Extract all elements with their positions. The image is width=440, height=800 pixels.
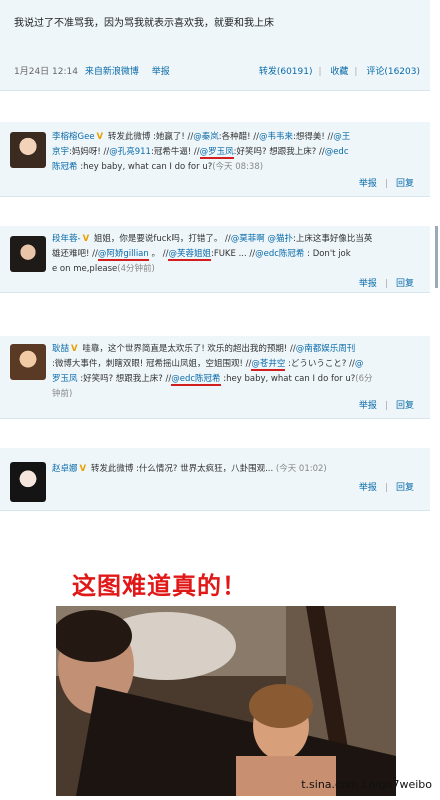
repost-text: :好笑吗? 想跟我上床? // xyxy=(77,374,172,384)
mention-link[interactable]: @韦韦来 xyxy=(259,132,293,142)
user-name[interactable]: 李榕榕Gee xyxy=(52,132,95,142)
repost-text: 姐姐，你是要说fuck吗，打错了。 // xyxy=(93,234,231,244)
avatar[interactable] xyxy=(10,132,46,168)
repost-body: 赵卓娜 V 转发此微博 :什么情况? 世界太疯狂，八卦围观... (今天 01:0… xyxy=(52,462,422,477)
repost-text: :上床这事好像比当英 xyxy=(293,234,373,244)
repost-item: 段年蓉- V 姐姐，你是要说fuck吗，打错了。 //@莫菲啊 @猫扑:上床这事好… xyxy=(0,226,430,293)
reply-link[interactable]: 回复 xyxy=(396,279,414,289)
report-link[interactable]: 举报 xyxy=(359,483,377,493)
timestamp: (4分钟前) xyxy=(117,264,155,274)
user-name[interactable]: 段年蓉- xyxy=(52,234,81,244)
repost-body: 李榕榕Gee V 转发此微博 :她赢了! //@秦岚:各种醋! //@韦韦来:想得… xyxy=(52,130,422,175)
user-name[interactable]: 赵卓娜 xyxy=(52,464,78,474)
mention-link[interactable]: @edc xyxy=(325,147,349,157)
favorite-link[interactable]: 收藏 xyxy=(330,67,348,77)
repost-link[interactable]: 转发(60191) xyxy=(259,67,313,77)
repost-text: :hey baby, what can I do for u? xyxy=(220,374,356,384)
repost-actions: 举报 | 回复 xyxy=(358,401,414,411)
photo xyxy=(56,606,396,796)
mention-link[interactable]: 罗玉凤 xyxy=(52,374,78,384)
repost-text: e on me,please xyxy=(52,264,118,274)
repost-text: 。 // xyxy=(148,249,169,259)
timestamp: (6分 xyxy=(355,374,373,384)
mention-link[interactable]: 京宇 xyxy=(52,147,69,157)
report-link[interactable]: 举报 xyxy=(359,401,377,411)
repost-text: 哇靠，这个世界简直是太欢乐了! 欢乐的超出我的预期! // xyxy=(82,344,296,354)
repost-text: :どういうこと? // xyxy=(285,359,355,369)
repost-actions: 举报 | 回复 xyxy=(358,279,414,289)
mention-link[interactable]: @南都娱乐周刊 xyxy=(296,344,356,354)
mention-link[interactable]: @芙蓉姐姐 xyxy=(168,249,211,261)
mention-link[interactable]: 陈冠希 xyxy=(52,162,78,172)
post-source-link[interactable]: 来自新浪微博 xyxy=(85,67,139,77)
mention-link[interactable]: @莫菲啊 xyxy=(231,234,265,244)
comment-link[interactable]: 评论(16203) xyxy=(366,67,420,77)
timestamp: (今天 08:38) xyxy=(212,162,264,172)
repost-text: :好笑吗? 想跟我上床? // xyxy=(233,147,325,157)
verified-icon: V xyxy=(96,132,104,142)
repost-text: :各种醋! // xyxy=(218,132,259,142)
avatar[interactable] xyxy=(10,236,46,272)
repost-text: 雄还难吧! // xyxy=(52,249,98,259)
repost-text: 转发此微博 :她赢了! // xyxy=(107,132,194,142)
avatar[interactable] xyxy=(10,462,46,502)
reply-link[interactable]: 回复 xyxy=(396,401,414,411)
mention-link[interactable]: @猫扑 xyxy=(268,234,294,244)
report-link[interactable]: 举报 xyxy=(359,279,377,289)
report-link[interactable]: 举报 xyxy=(359,179,377,189)
post-date: 1月24日 12:14 xyxy=(14,67,78,77)
mention-link[interactable]: @ xyxy=(355,359,364,369)
scrollbar[interactable] xyxy=(435,226,438,288)
mention-link[interactable]: @阿娇gillian xyxy=(97,249,149,261)
repost-body: 段年蓉- V 姐姐，你是要说fuck吗，打错了。 //@莫菲啊 @猫扑:上床这事好… xyxy=(52,232,422,277)
report-link[interactable]: 举报 xyxy=(152,67,170,77)
mention-link[interactable]: @罗玉凤 xyxy=(199,147,234,159)
mention-link[interactable]: @edc陈冠希 xyxy=(171,374,221,386)
mention-link[interactable]: @edc陈冠希 xyxy=(255,249,304,259)
mention-link[interactable]: @秦岚 xyxy=(193,132,219,142)
reply-link[interactable]: 回复 xyxy=(396,483,414,493)
repost-item: 耿喆 V 哇靠，这个世界简直是太欢乐了! 欢乐的超出我的预期! //@南都娱乐周刊… xyxy=(0,336,430,419)
repost-text: :微博大事件，刺瞎双眼! 冠希摇山凤姐，空姐围观! // xyxy=(52,359,252,369)
repost-text: 转发此微博 :什么情况? 世界太疯狂，八卦围观... xyxy=(90,464,276,474)
repost-text: :hey baby, what can I do for u? xyxy=(77,162,213,172)
timestamp: 钟前) xyxy=(52,389,73,399)
mention-link[interactable]: @苍井空 xyxy=(251,359,286,371)
timestamp: (今天 01:02) xyxy=(275,464,327,474)
verified-icon: V xyxy=(71,344,78,354)
watermark: t.sina.com.cn/go7weibo xyxy=(301,778,432,791)
repost-text: :冠希牛逼! // xyxy=(150,147,200,157)
user-name[interactable]: 耿喆 xyxy=(52,344,69,354)
verified-icon: V xyxy=(79,464,87,474)
repost-item: 赵卓娜 V 转发此微博 :什么情况? 世界太疯狂，八卦围观... (今天 01:0… xyxy=(0,448,430,511)
original-post: 我说过了不准骂我，因为骂我就表示喜欢我，就要和我上床 1月24日 12:14 来… xyxy=(0,0,430,91)
mention-link[interactable]: @王 xyxy=(333,132,350,142)
repost-actions: 举报 | 回复 xyxy=(358,483,414,493)
photo-illustration xyxy=(56,606,396,796)
repost-body: 耿喆 V 哇靠，这个世界简直是太欢乐了! 欢乐的超出我的预期! //@南都娱乐周刊… xyxy=(52,342,422,402)
verified-icon: V xyxy=(82,234,90,244)
repost-actions: 举报 | 回复 xyxy=(358,179,414,189)
post-actions: 转发(60191) | 收藏 | 评论(16203) xyxy=(258,67,420,77)
avatar[interactable] xyxy=(10,344,46,380)
mention-link[interactable]: @孔亮911 xyxy=(109,147,151,157)
repost-text: :FUKE ... // xyxy=(210,249,256,259)
repost-text: : Don't jok xyxy=(304,249,351,259)
reply-link[interactable]: 回复 xyxy=(396,179,414,189)
post-text: 我说过了不准骂我，因为骂我就表示喜欢我，就要和我上床 xyxy=(14,18,274,29)
repost-item: 李榕榕Gee V 转发此微博 :她赢了! //@秦岚:各种醋! //@韦韦来:想得… xyxy=(0,122,430,197)
repost-text: :妈妈呀! // xyxy=(69,147,110,157)
post-meta: 1月24日 12:14 来自新浪微博 举报 xyxy=(14,64,170,77)
repost-text: :想得美! // xyxy=(292,132,334,142)
headline: 这图难道真的！ xyxy=(72,572,247,600)
